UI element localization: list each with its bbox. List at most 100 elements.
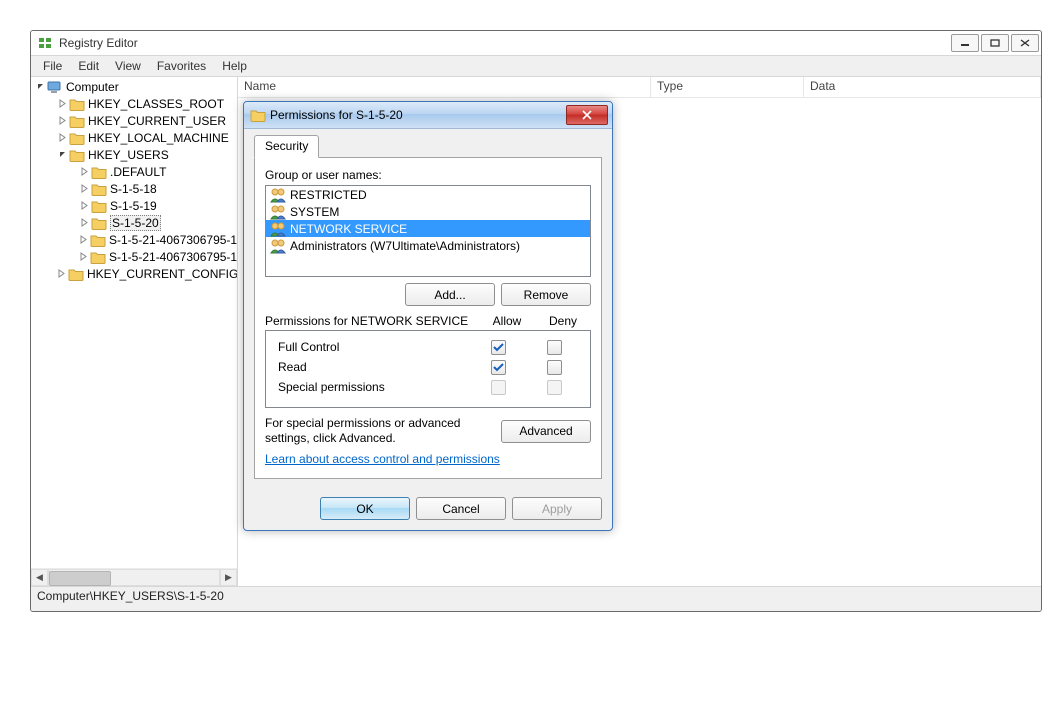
statusbar: Computer\HKEY_USERS\S-1-5-20 [31,586,1041,611]
tree-item[interactable]: HKEY_CLASSES_ROOT [31,95,237,112]
permission-name: Special permissions [274,380,470,394]
users-icon [270,187,286,203]
menu-help[interactable]: Help [214,57,255,75]
tree-label: .DEFAULT [110,165,166,179]
ok-button[interactable]: OK [320,497,410,520]
group-label: Administrators (W7Ultimate\Administrator… [290,239,520,253]
tree-label: HKEY_CURRENT_USER [88,114,226,128]
tree-item[interactable]: .DEFAULT [31,163,237,180]
menu-view[interactable]: View [107,57,149,75]
minimize-button[interactable] [951,34,979,52]
expand-icon[interactable] [79,201,89,211]
menu-favorites[interactable]: Favorites [149,57,214,75]
permissions-table: Full Control Read Special permissions [265,330,591,408]
remove-button[interactable]: Remove [501,283,591,306]
dialog-close-button[interactable] [566,105,608,125]
group-item[interactable]: SYSTEM [266,203,590,220]
permission-row: Special permissions [274,377,582,397]
tree-label: S-1-5-21-4067306795-18 [109,233,237,247]
maximize-button[interactable] [981,34,1009,52]
tree-item[interactable]: HKEY_CURRENT_CONFIG [31,265,237,282]
folder-icon [69,97,85,111]
group-item[interactable]: RESTRICTED [266,186,590,203]
group-item[interactable]: NETWORK SERVICE [266,220,590,237]
deny-header: Deny [535,314,591,328]
menu-file[interactable]: File [35,57,70,75]
group-label: RESTRICTED [290,188,367,202]
group-label: Group or user names: [265,168,591,182]
folder-icon [91,182,107,196]
allow-checkbox [491,380,506,395]
tab-security[interactable]: Security [254,135,319,158]
allow-checkbox[interactable] [491,360,506,375]
expand-icon[interactable] [57,99,67,109]
learn-link[interactable]: Learn about access control and permissio… [265,452,500,466]
scroll-right-arrow-icon[interactable]: ▶ [220,569,237,586]
scroll-left-arrow-icon[interactable]: ◀ [31,569,48,586]
add-button[interactable]: Add... [405,283,495,306]
expand-icon[interactable] [57,133,67,143]
permissions-for-label: Permissions for NETWORK SERVICE [265,314,479,328]
advanced-button[interactable]: Advanced [501,420,591,443]
tree-item[interactable]: S-1-5-21-4067306795-18 [31,248,237,265]
group-label: NETWORK SERVICE [290,222,407,236]
tree-label: Computer [66,80,119,94]
folder-icon [69,131,85,145]
deny-checkbox[interactable] [547,340,562,355]
dialog-title: Permissions for S-1-5-20 [270,108,566,122]
menubar: File Edit View Favorites Help [31,56,1041,77]
expand-icon[interactable] [79,235,88,245]
status-path: Computer\HKEY_USERS\S-1-5-20 [37,589,224,603]
cancel-button[interactable]: Cancel [416,497,506,520]
menu-edit[interactable]: Edit [70,57,107,75]
group-label: SYSTEM [290,205,339,219]
dialog-titlebar[interactable]: Permissions for S-1-5-20 [244,102,612,129]
titlebar[interactable]: Registry Editor [31,31,1041,56]
expand-icon[interactable] [79,252,88,262]
col-data[interactable]: Data [804,77,1041,97]
tree-label: HKEY_CURRENT_CONFIG [87,267,237,281]
permissions-dialog: Permissions for S-1-5-20 Security Group … [243,101,613,531]
apply-button[interactable]: Apply [512,497,602,520]
tree-label: HKEY_LOCAL_MACHINE [88,131,229,145]
folder-icon [90,250,106,264]
tree-item[interactable]: HKEY_CURRENT_USER [31,112,237,129]
permission-name: Full Control [274,340,470,354]
tree-item[interactable]: S-1-5-21-4067306795-18 [31,231,237,248]
folder-icon [250,108,266,122]
collapse-icon[interactable] [35,82,45,92]
tree-item[interactable]: S-1-5-18 [31,180,237,197]
tree-item[interactable]: HKEY_LOCAL_MACHINE [31,129,237,146]
permission-row: Read [274,357,582,377]
tree-item[interactable]: S-1-5-19 [31,197,237,214]
expand-icon[interactable] [79,184,89,194]
deny-checkbox[interactable] [547,360,562,375]
tree-item[interactable]: S-1-5-20 [31,214,237,231]
tree-label: S-1-5-18 [110,182,157,196]
close-button[interactable] [1011,34,1039,52]
folder-icon [91,165,107,179]
allow-checkbox[interactable] [491,340,506,355]
col-name[interactable]: Name [238,77,651,97]
col-type[interactable]: Type [651,77,804,97]
list-header: Name Type Data [238,77,1041,98]
expand-icon[interactable] [57,269,66,279]
folder-icon [69,114,85,128]
users-icon [270,238,286,254]
tree-label: S-1-5-20 [110,215,161,231]
tree-root[interactable]: Computer [31,78,237,95]
permission-name: Read [274,360,470,374]
folder-icon [91,216,107,230]
expand-icon[interactable] [57,150,67,160]
tree-label: HKEY_CLASSES_ROOT [88,97,224,111]
tree-label: HKEY_USERS [88,148,169,162]
computer-icon [47,80,63,94]
tree-item[interactable]: HKEY_USERS [31,146,237,163]
group-item[interactable]: Administrators (W7Ultimate\Administrator… [266,237,590,254]
expand-icon[interactable] [79,167,89,177]
expand-icon[interactable] [79,218,89,228]
group-listbox[interactable]: RESTRICTED SYSTEM NETWORK SERVICE Administr… [265,185,591,277]
tree-scrollbar[interactable]: ◀ ▶ [31,568,237,586]
folder-icon [69,148,85,162]
expand-icon[interactable] [57,116,67,126]
